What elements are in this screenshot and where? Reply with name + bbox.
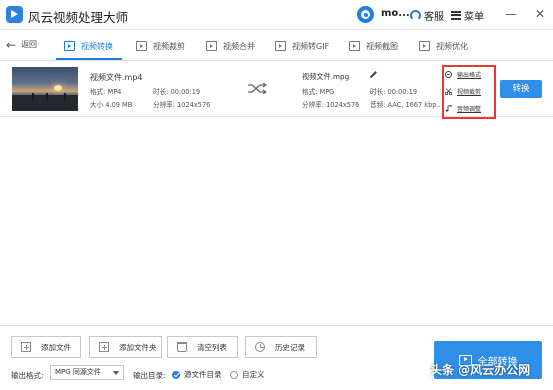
tab-video-cut[interactable]: 视频裁剪	[136, 38, 185, 54]
menu-label: 菜单	[464, 11, 484, 23]
back-arrow-icon: ←	[6, 37, 17, 52]
video-screenshot-icon	[349, 41, 360, 51]
clear-list-label: 清空列表	[197, 342, 227, 352]
tab-label: 视频转换	[81, 41, 113, 51]
tab-video-gif[interactable]: 视频转GIF	[275, 38, 329, 54]
video-cut-icon	[136, 41, 147, 51]
customer-service-button[interactable]: 客服	[410, 6, 444, 24]
chevron-down-icon	[113, 371, 119, 375]
bottom-divider	[0, 325, 553, 326]
radio-custom-dir-label: 自定义	[242, 370, 265, 379]
scissors-icon	[445, 88, 452, 95]
history-label: 历史记录	[275, 342, 305, 352]
tab-video-merge[interactable]: 视频合并	[206, 38, 255, 54]
minimize-button[interactable]: —	[503, 7, 519, 23]
tab-label: 视频合并	[223, 41, 255, 51]
close-button[interactable]: ✕	[532, 7, 548, 23]
video-merge-icon	[206, 41, 217, 51]
video-convert-icon	[64, 41, 75, 51]
radio-checked-icon	[172, 370, 180, 379]
radio-source-dir-label: 源文件目录	[184, 370, 222, 379]
tab-video-screenshot[interactable]: 视频截图	[349, 38, 398, 54]
output-format-label: 输出格式	[457, 72, 482, 79]
output-format-link[interactable]: 输出格式	[445, 70, 481, 79]
add-file-icon	[21, 342, 31, 352]
radio-custom-dir[interactable]: 自定义	[230, 369, 265, 380]
output-duration: 时长: 00:00:19	[370, 88, 418, 96]
history-button[interactable]: 历史记录	[245, 336, 317, 358]
tab-label: 视频裁剪	[153, 41, 185, 51]
convert-button[interactable]: 转换	[500, 80, 542, 98]
tab-label: 视频优化	[436, 41, 468, 51]
active-tab-indicator	[56, 58, 122, 60]
output-format-field-label: 输出格式:	[11, 371, 44, 380]
output-format: 格式: MPG	[302, 88, 335, 96]
thumbnail-figure	[46, 93, 48, 101]
source-file-name: 视频文件.mp4	[90, 73, 143, 82]
output-audio: 音频: AAC, 1667 kbp...	[370, 101, 440, 109]
thumbnail-ground	[12, 95, 78, 111]
app-title: 风云视频处理大师	[28, 10, 129, 25]
output-format-value: MPG 同源文件	[55, 368, 101, 376]
audio-adjust-link[interactable]: 音频调整	[445, 104, 481, 113]
history-icon	[255, 342, 265, 352]
output-dir-field-label: 输出目录:	[133, 371, 166, 380]
add-file-button[interactable]: 添加文件	[11, 336, 81, 358]
thumbnail-figure	[32, 93, 34, 101]
radio-source-dir[interactable]: 源文件目录	[172, 369, 222, 380]
source-format: 格式: MP4	[90, 88, 122, 96]
thumbnail-sun	[54, 85, 62, 91]
hamburger-menu-icon	[451, 10, 461, 20]
video-cut-label: 视频裁剪	[457, 89, 482, 96]
audio-adjust-label: 音频调整	[457, 106, 482, 113]
user-avatar-icon[interactable]	[357, 6, 374, 23]
add-folder-button[interactable]: 添加文件夹	[89, 336, 162, 358]
output-format-select[interactable]: MPG 同源文件	[50, 365, 124, 380]
customer-service-label: 客服	[424, 11, 444, 23]
video-cut-link[interactable]: 视频裁剪	[445, 87, 481, 96]
source-size: 大小 4.09 MB	[90, 101, 133, 109]
edit-pencil-icon[interactable]	[369, 70, 378, 79]
video-optimize-icon	[419, 41, 430, 51]
clear-list-button[interactable]: 清空列表	[167, 336, 238, 358]
add-folder-icon	[99, 342, 109, 352]
menu-button[interactable]: 菜单	[451, 6, 484, 24]
video-thumbnail[interactable]	[12, 67, 78, 111]
output-format-icon	[445, 71, 452, 78]
add-folder-label: 添加文件夹	[119, 342, 157, 352]
tab-video-convert[interactable]: 视频转换	[64, 38, 113, 54]
tab-video-optimize[interactable]: 视频优化	[419, 38, 468, 54]
shuffle-arrow-icon	[248, 83, 267, 94]
watermark: 头条 @风云办公网	[430, 363, 531, 377]
back-button[interactable]: ← 返回	[6, 37, 38, 52]
back-label: 返回	[21, 40, 38, 49]
tab-label: 视频转GIF	[292, 41, 330, 51]
title-bar: 风云视频处理大师 mo... 客服 菜单 — ✕	[0, 0, 553, 30]
output-file-name: 视频文件.mpg	[302, 72, 350, 81]
user-name[interactable]: mo...	[381, 8, 410, 19]
source-resolution: 分辨率: 1024x576	[153, 101, 211, 109]
video-gif-icon	[275, 41, 286, 51]
radio-unchecked-icon	[230, 370, 238, 379]
tab-label: 视频截图	[366, 41, 398, 51]
music-note-icon	[445, 105, 452, 112]
headset-icon	[410, 9, 421, 21]
source-duration: 时长: 00:00:19	[153, 88, 201, 96]
trash-icon	[177, 342, 187, 352]
output-resolution: 分辨率: 1024x576	[302, 101, 360, 109]
thumbnail-figure	[64, 93, 66, 101]
app-logo-icon	[6, 6, 23, 23]
add-file-label: 添加文件	[41, 342, 71, 352]
